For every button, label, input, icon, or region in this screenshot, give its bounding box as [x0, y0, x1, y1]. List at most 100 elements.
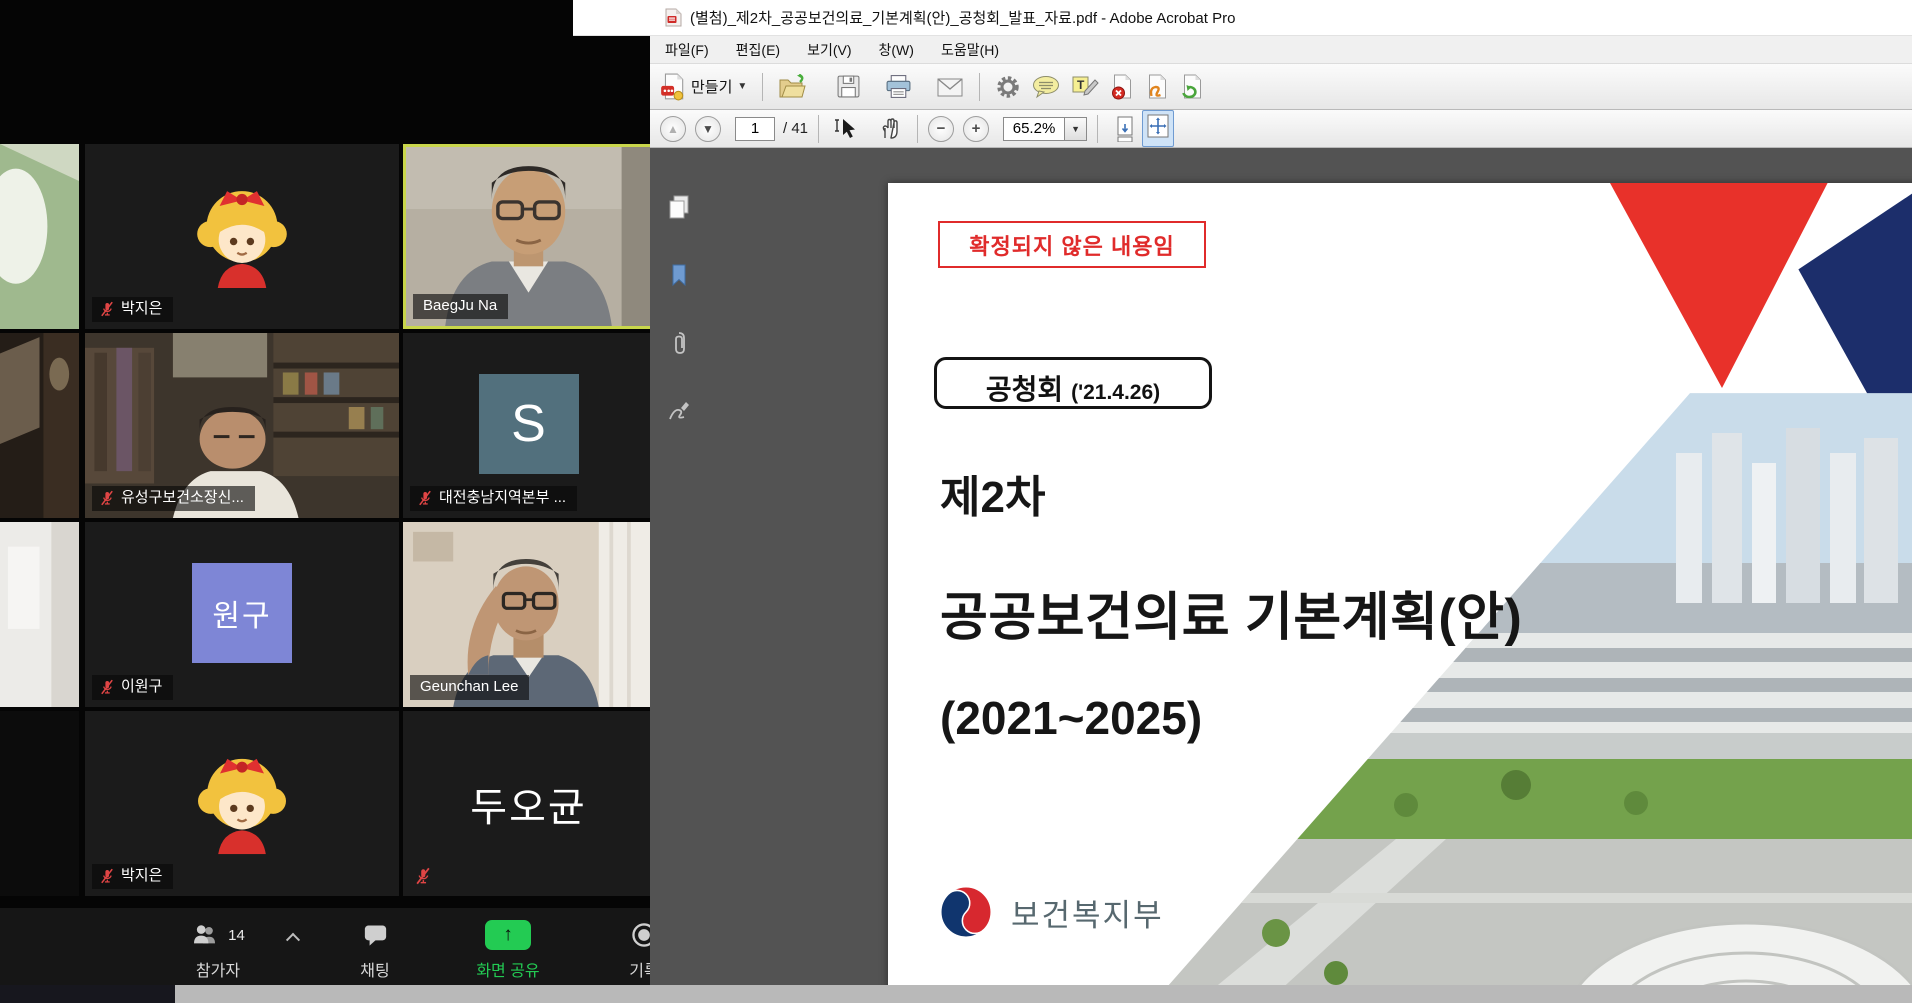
hand-tool-icon: [878, 117, 902, 141]
window-title: (별첨)_제2차_공공보건의료_기본계획(안)_공청회_발표_자료.pdf - …: [690, 7, 1235, 28]
mic-muted-icon: [99, 301, 115, 317]
menu-help[interactable]: 도움말(H): [941, 40, 999, 60]
ministry-name: 보건복지부: [1011, 890, 1164, 935]
video-tile-partial-3[interactable]: [0, 522, 79, 707]
video-tile-partial-4[interactable]: [0, 711, 79, 896]
menu-window[interactable]: 창(W): [879, 40, 914, 60]
acrobat-titlebar[interactable]: (별첨)_제2차_공공보건의료_기본계획(안)_공청회_발표_자료.pdf - …: [573, 0, 1912, 36]
fit-page-button-selected[interactable]: [1142, 110, 1174, 147]
gear-icon: [995, 74, 1021, 100]
scrolling-mode-button[interactable]: [1108, 113, 1142, 145]
bookmarks-button[interactable]: [664, 260, 694, 290]
participant-name: 박지은: [121, 300, 162, 318]
comment-button[interactable]: [1026, 72, 1066, 102]
video-tile-yuseong[interactable]: 유성구보건소장신...: [85, 333, 399, 518]
video-tile-daejeon[interactable]: S 대전충남지역본부 ...: [403, 333, 650, 518]
video-tile-parkjieun-2[interactable]: 박지은: [85, 711, 399, 896]
anime-avatar-image: [187, 744, 297, 854]
screen-share-button[interactable]: ↑ 화면 공유: [458, 920, 558, 981]
fit-page-icon: [1145, 113, 1171, 139]
acrobat-window: 파일(F) 편집(E) 보기(V) 창(W) 도움말(H) 만들기 ▼: [650, 36, 1912, 985]
export-pdf-button[interactable]: [1174, 71, 1209, 103]
participant-name: 박지은: [121, 867, 162, 885]
select-cursor-icon: [834, 117, 860, 141]
signatures-button[interactable]: [664, 396, 694, 426]
zoom-meeting-window: 박지은 BaegJu Na: [0, 0, 650, 985]
participant-avatar: [187, 744, 297, 859]
next-page-button[interactable]: ▼: [695, 116, 721, 142]
participant-name-tag: [410, 864, 443, 889]
paperclip-icon: [671, 330, 687, 356]
acrobat-menubar: 파일(F) 편집(E) 보기(V) 창(W) 도움말(H): [650, 36, 1912, 64]
slide-title-line3: (2021~2025): [940, 691, 1202, 745]
open-file-button[interactable]: [773, 71, 813, 103]
participant-name-tag: 유성구보건소장신...: [92, 486, 255, 511]
signature-pen-icon: [667, 400, 691, 422]
acrobat-main-toolbar: 만들기 ▼: [650, 64, 1912, 110]
zoom-dropdown-button[interactable]: ▼: [1065, 117, 1087, 141]
select-tool-button[interactable]: [829, 114, 865, 144]
anime-avatar-image: [186, 176, 298, 288]
navigation-pane-rail: [650, 148, 706, 985]
video-tile-parkjieun-1[interactable]: 박지은: [85, 144, 399, 329]
participants-label: 참가자: [196, 957, 240, 981]
slide-title-line1: 제2차: [940, 461, 1045, 525]
create-pdf-button[interactable]: 만들기 ▼: [655, 70, 752, 104]
email-button[interactable]: [931, 73, 969, 101]
participant-avatar: [186, 176, 298, 293]
bottom-scrollbar-strip[interactable]: [0, 985, 1912, 1003]
page-thumbnails-button[interactable]: [664, 192, 694, 222]
edit-text-icon: T: [1071, 74, 1099, 99]
create-pdf-label: 만들기: [691, 76, 732, 97]
hand-tool-button[interactable]: [873, 114, 907, 144]
zoom-in-button[interactable]: +: [963, 116, 989, 142]
mic-muted-icon: [417, 490, 433, 506]
comment-bubble-icon: [1031, 75, 1061, 99]
video-tile-leewongu[interactable]: 원구 이원구: [85, 522, 399, 707]
video-tile-duogyun[interactable]: 두오균: [403, 711, 650, 896]
video-tile-partial-1[interactable]: [0, 144, 79, 329]
video-tile-baegju-na[interactable]: BaegJu Na: [403, 144, 650, 329]
open-folder-icon: [778, 74, 808, 100]
record-label: 기록: [629, 957, 650, 981]
participants-menu-chevron-icon[interactable]: [288, 932, 304, 944]
print-icon: [885, 74, 912, 99]
page-thumbnails-icon: [667, 194, 691, 220]
participant-name: BaegJu Na: [423, 297, 497, 315]
video-tile-partial-2[interactable]: [0, 333, 79, 518]
participant-name-tag: 박지은: [92, 864, 173, 889]
menu-file[interactable]: 파일(F): [665, 40, 709, 60]
zoom-level-input[interactable]: [1003, 117, 1065, 141]
dropdown-caret-icon: ▼: [1071, 124, 1080, 134]
page-signature-icon: [1144, 74, 1169, 100]
previous-page-button[interactable]: ▲: [660, 116, 686, 142]
zoom-out-button[interactable]: −: [928, 116, 954, 142]
participants-count: 14: [228, 927, 245, 944]
chat-button[interactable]: 채팅: [343, 920, 407, 981]
participant-name-tag: 이원구: [92, 675, 173, 700]
page-number-input[interactable]: [735, 117, 775, 141]
menu-view[interactable]: 보기(V): [807, 40, 851, 60]
page-export-icon: [1179, 74, 1204, 100]
document-area: 확정되지 않은 내용임 공청회 ('21.4.26) 제2차 공공보건의료 기본…: [650, 148, 1912, 985]
print-button[interactable]: [880, 71, 917, 102]
save-file-button[interactable]: [831, 71, 866, 102]
svg-text:T: T: [1077, 78, 1085, 92]
zoom-control-bar: 14 참가자 채팅 ↑ 화면 공유: [0, 908, 650, 985]
video-tile-geunchan-lee[interactable]: Geunchan Lee: [403, 522, 650, 707]
edit-text-button[interactable]: T: [1066, 71, 1104, 102]
page-delete-icon: [1109, 74, 1134, 100]
participants-button[interactable]: 14 참가자: [158, 920, 278, 981]
save-icon: [836, 74, 861, 99]
video-frame: [0, 144, 79, 329]
participant-name: Geunchan Lee: [420, 678, 518, 696]
create-pdf-icon: [660, 73, 686, 101]
sign-document-button[interactable]: [1139, 71, 1174, 103]
preferences-button[interactable]: [990, 71, 1026, 103]
record-button[interactable]: 기록: [612, 920, 650, 981]
attachments-button[interactable]: [664, 328, 694, 358]
menu-edit[interactable]: 편집(E): [736, 40, 780, 60]
pdf-file-icon: [665, 8, 682, 27]
participant-name-tag: 대전충남지역본부 ...: [410, 486, 577, 511]
delete-pages-button[interactable]: [1104, 71, 1139, 103]
